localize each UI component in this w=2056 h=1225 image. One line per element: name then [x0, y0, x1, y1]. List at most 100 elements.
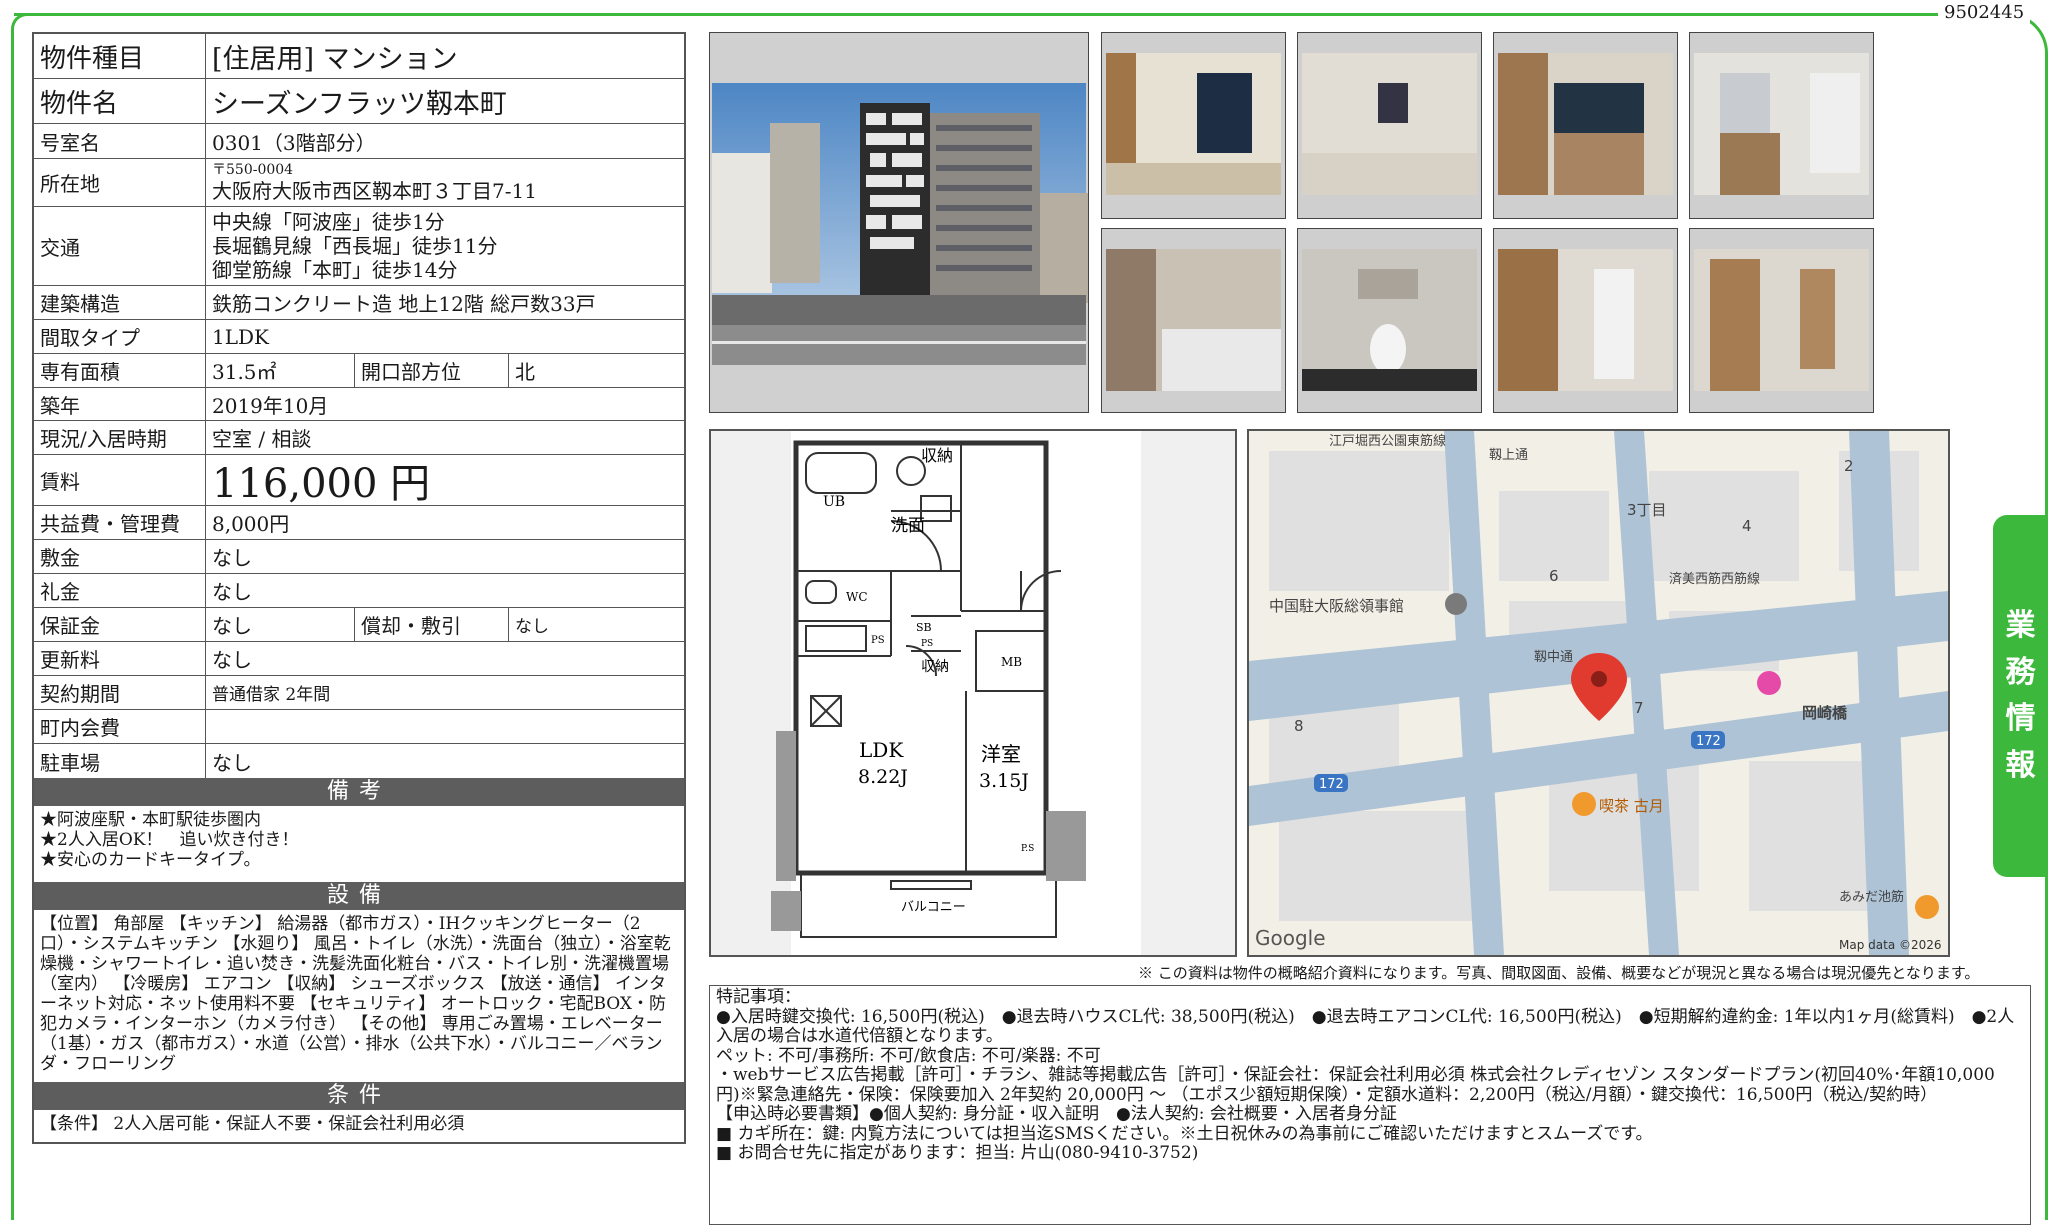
row-town: 町内会費: [34, 710, 684, 744]
label: 敷金: [34, 540, 206, 573]
row-deposit: 敷金 なし: [34, 540, 684, 574]
plan-label-storage: 収納: [921, 446, 953, 465]
map-label-n7: 7: [1634, 699, 1644, 717]
label: 礼金: [34, 574, 206, 607]
label: 保証金: [34, 608, 206, 641]
row-key-money: 礼金 なし: [34, 574, 684, 608]
note-line: ■ お問合せ先に指定があります：担当: 片山(080-9410-3752): [716, 1143, 1199, 1163]
spec-table: 物件種目 [住居用] マンション 物件名 シーズンフラッツ靱本町 号室名 030…: [32, 32, 686, 1144]
value: 鉄筋コンクリート造 地上12階 総戸数33戸: [212, 292, 596, 316]
photo-interior-bath[interactable]: [1101, 228, 1286, 413]
value: 〒550-0004 大阪府大阪市西区靱本町３丁目7-11: [206, 159, 684, 206]
map-label-street2: 靱上通: [1489, 448, 1528, 463]
photo-interior-ldk[interactable]: [1101, 32, 1286, 219]
row-fee: 共益費・管理費 8,000円: [34, 506, 684, 540]
label: 賃料: [34, 455, 206, 505]
interior-image: [1494, 229, 1677, 412]
photo-interior-kitchen[interactable]: [1493, 32, 1678, 219]
access-line: 御堂筋線「本町」徒歩14分: [212, 258, 458, 282]
value: 北: [508, 354, 684, 387]
plan-label-western: 洋室: [981, 742, 1021, 766]
equipment-header: 設備: [34, 882, 684, 910]
side-tab-char: 務: [2005, 654, 2036, 690]
plan-label-balcony: バルコニー: [901, 900, 966, 915]
map-label-river: あみだ池筋: [1839, 889, 1904, 905]
photo-interior-toilet[interactable]: [1297, 228, 1482, 413]
note-line: ・webサービス広告掲載［許可］・チラシ、雑誌等掲載広告［許可］・保証会社：保証…: [716, 1065, 1995, 1105]
remark-line: ★阿波座駅・本町駅徒歩圏内: [40, 810, 261, 830]
value: なし: [212, 614, 252, 638]
map-label-n4: 4: [1742, 517, 1752, 535]
label: 町内会費: [34, 710, 206, 743]
row-parking: 駐車場 なし: [34, 744, 684, 778]
label: 物件種目: [34, 34, 206, 78]
label: 共益費・管理費: [34, 506, 206, 539]
access-line: 長堀鶴見線「西長堀」徒歩11分: [212, 234, 498, 258]
consulate-icon: [1445, 593, 1467, 615]
map-label-bridge: 岡崎橋: [1802, 704, 1848, 722]
rent-value: 116,000 円: [212, 461, 431, 507]
value: シーズンフラッツ靱本町: [212, 88, 507, 120]
access-line: 中央線「阿波座」徒歩1分: [212, 210, 445, 234]
label: 契約期間: [34, 676, 206, 709]
row-built: 築年 2019年10月: [34, 388, 684, 421]
floor-plan[interactable]: 収納 UB 洗面 WC SB PS PS 収納 MB LDK 8.22J 洋室 …: [709, 429, 1237, 957]
plan-label-wc: WC: [846, 590, 868, 604]
row-guarantee: 保証金 なし 償却・敷引 なし: [34, 608, 684, 642]
address: 大阪府大阪市西区靱本町３丁目7-11: [212, 178, 537, 203]
plan-label-ps3: P.S: [1021, 844, 1034, 854]
route-number: 172: [1319, 777, 1344, 792]
pin-center: [1591, 671, 1607, 687]
side-tab-char: 情: [2005, 701, 2036, 736]
side-tab-char: 報: [2005, 747, 2036, 783]
frame-top: [14, 13, 1904, 16]
remark-line: ★安心のカードキータイプ。: [40, 850, 261, 870]
label: 交通: [34, 207, 206, 285]
row-status: 現況/入居時期 空室 / 相談: [34, 421, 684, 455]
value: [206, 710, 684, 743]
location-map[interactable]: 中国駐大阪総領事館 3丁目 岡崎橋 喫茶 古月 2 4 6 7 8 江戸堀西公園…: [1247, 429, 1950, 957]
note-line: ●入居時鍵交換代: 16,500円(税込) ●退去時ハウスCL代: 38,500…: [716, 1006, 2015, 1046]
value: [住居用] マンション: [212, 43, 458, 75]
map-attribution: Map data ©2026: [1839, 938, 1942, 952]
value: なし: [212, 648, 252, 672]
plan-label-sb: SB: [916, 621, 932, 634]
row-contract: 契約期間 普通借家 2年間: [34, 676, 684, 710]
label: 所在地: [34, 159, 206, 206]
photo-interior-closet[interactable]: [1493, 228, 1678, 413]
label: 駐車場: [34, 744, 206, 778]
cafe-icon: [1572, 792, 1596, 816]
note-line: 【申込時必要書類】●個人契約: 身分証・収入証明 ●法人契約: 会社概要・入居者…: [716, 1104, 1397, 1124]
frame-corner: [11, 13, 31, 33]
frame-left: [11, 30, 14, 1220]
map-label-street1: 江戸堀西公園東筋線: [1329, 433, 1446, 449]
value: 2019年10月: [212, 393, 329, 418]
label: 開口部方位: [354, 354, 508, 387]
conditions-header: 条件: [34, 1082, 684, 1110]
map-label-street3: 靱中通: [1534, 650, 1573, 665]
remarks-header: 備考: [34, 778, 684, 806]
map-label-n2: 2: [1844, 457, 1854, 475]
note-line: ■ カギ所在：鍵: 内覧方法については担当迄SMSください。※土日祝休みの為事前…: [716, 1123, 1653, 1144]
map-label-chome: 3丁目: [1627, 501, 1667, 519]
interior-image: [1102, 33, 1285, 218]
photo-interior-hall[interactable]: [1297, 32, 1482, 219]
exterior-image: [710, 33, 1088, 412]
conditions-body: 【条件】 2人入居可能・保証人不要・保証会社利用必須: [40, 1114, 465, 1134]
note-line: 特記事項：: [716, 987, 801, 1007]
value: 空室 / 相談: [212, 427, 312, 451]
interior-image: [1690, 33, 1873, 218]
plan-label-western-size: 3.15J: [979, 770, 1029, 792]
photo-exterior[interactable]: [709, 32, 1089, 413]
value: 1LDK: [212, 324, 269, 349]
plan-label-ps2: PS: [921, 639, 933, 649]
restaurant-icon: [1915, 895, 1939, 919]
plan-label-mb: MB: [1001, 655, 1022, 669]
row-renewal: 更新料 なし: [34, 642, 684, 676]
plan-label-washroom: 洗面: [891, 516, 925, 536]
business-info-tab[interactable]: 業 務 情 報: [1993, 515, 2048, 877]
photo-interior-entrance[interactable]: [1689, 228, 1874, 413]
photo-interior-washroom[interactable]: [1689, 32, 1874, 219]
value: 普通借家 2年間: [212, 685, 331, 705]
value: 中央線「阿波座」徒歩1分 長堀鶴見線「西長堀」徒歩11分 御堂筋線「本町」徒歩1…: [206, 207, 684, 285]
